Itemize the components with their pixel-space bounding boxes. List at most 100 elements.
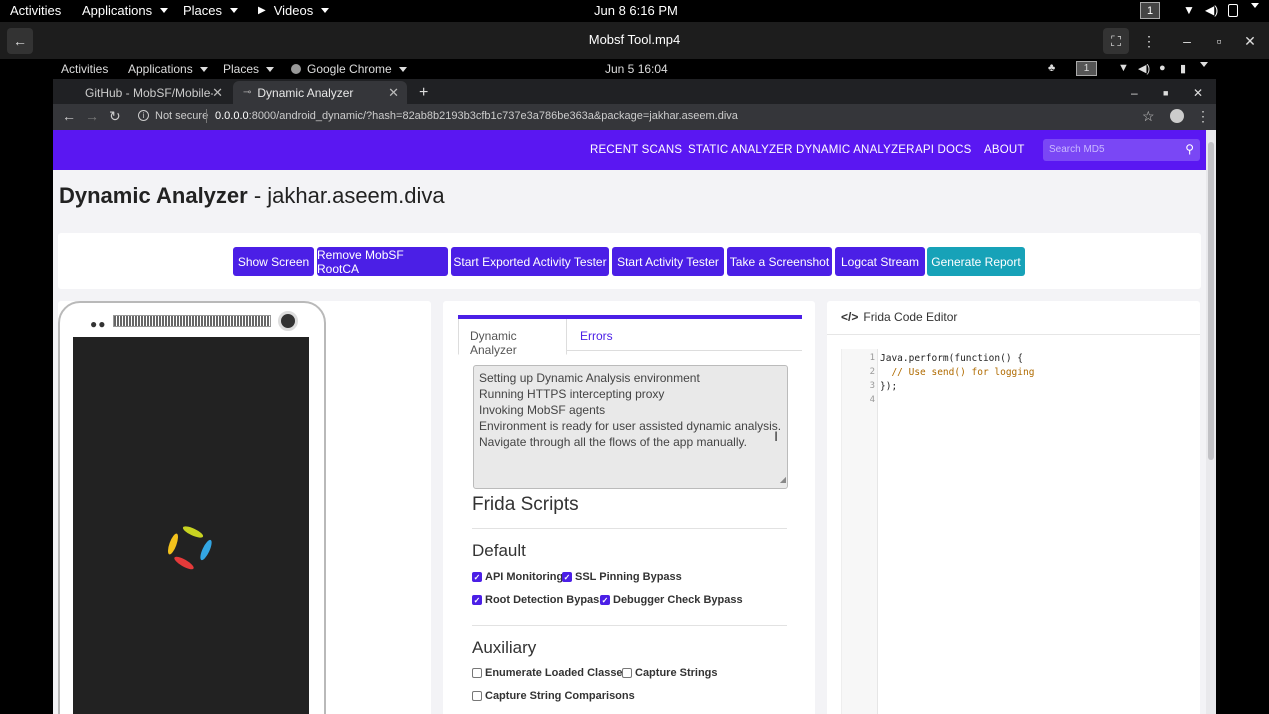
battery-icon: ▮ [1180,63,1187,75]
script-debugger-check-bypass[interactable]: ✓ Debugger Check Bypass [600,594,743,606]
chrome-icon [291,64,301,74]
minimize-icon: – [1131,85,1138,100]
show-screen-button[interactable]: Show Screen [233,247,314,276]
script-capture-strings[interactable]: Capture Strings [622,667,718,679]
chevron-down-icon [1200,62,1208,67]
maximize-icon: ▫ [1216,33,1222,49]
profile-icon[interactable] [1170,109,1184,123]
browser-tab-strip: GitHub - MobSF/Mobile-S ✕ ⊸ Dynamic Anal… [53,79,1216,104]
outer-applications-menu[interactable]: Applications [82,3,169,18]
script-root-detection-bypass[interactable]: ✓ Root Detection Bypass [472,594,605,606]
tab-dynamic-analyzer-log[interactable]: Dynamic Analyzer [458,319,567,357]
line-number: 2 [869,367,875,377]
checkbox-unchecked-icon[interactable] [622,668,632,678]
checkbox-label: Capture Strings [635,667,718,679]
dynamic-analyzer-card: Dynamic Analyzer Errors Setting up Dynam… [443,301,815,714]
divider [472,625,787,626]
forward-arrow-icon[interactable]: → [85,108,99,124]
inner-places-menu[interactable]: Places [223,62,275,76]
checkbox-label: Debugger Check Bypass [613,594,743,606]
scrollbar-thumb[interactable] [1208,142,1214,460]
remove-rootca-button[interactable]: Remove MobSF RootCA [317,247,448,276]
fullscreen-icon: ⛶ [1111,32,1121,49]
close-button[interactable]: ✕ [1237,28,1263,54]
inner-workspace-indicator[interactable]: 1 [1076,61,1097,76]
outer-videos-menu[interactable]: ▶ Videos [258,3,330,18]
search-input[interactable]: Search MD5 ⚲ [1043,139,1200,161]
analyzer-tab-strip: Dynamic Analyzer Errors [458,315,802,357]
address-bar-row: ← → ↻ i Not secure 0.0.0.0:8000/android_… [53,104,1216,130]
win-maximize-button[interactable]: ■ [1163,81,1183,104]
generate-report-button[interactable]: Generate Report [927,247,1025,276]
inner-applications-menu[interactable]: Applications [128,62,208,76]
nav-dynamic-analyzer[interactable]: DYNAMIC ANALYZER [796,144,915,156]
checkbox-checked-icon[interactable]: ✓ [600,595,610,605]
info-icon[interactable]: i [138,110,149,121]
new-tab-button[interactable]: + [409,81,433,104]
inner-system-menu[interactable] [1196,62,1208,67]
win-close-button[interactable]: ✕ [1193,81,1213,104]
outer-activities[interactable]: Activities [10,3,61,18]
nav-static-analyzer[interactable]: STATIC ANALYZER [688,144,793,156]
status-log-textarea[interactable]: Setting up Dynamic Analysis environment … [473,365,788,489]
checkbox-checked-icon[interactable]: ✓ [562,572,572,582]
start-activity-tester-button[interactable]: Start Activity Tester [612,247,724,276]
speaker-grille [113,315,271,327]
player-menu-button[interactable]: ⋮ [1136,28,1162,54]
win-minimize-button[interactable]: – [1131,81,1151,104]
outer-places-menu[interactable]: Places [183,3,239,18]
wifi-icon: ▼ [1118,62,1129,74]
frida-scripts-heading: Frida Scripts [472,494,579,515]
nav-api-docs[interactable]: API DOCS [915,144,972,156]
frida-editor-card: </> Frida Code Editor 1 2 3 4 Java.perfo… [827,301,1200,714]
close-tab-icon[interactable]: ✕ [212,85,223,101]
close-tab-icon[interactable]: ✕ [388,85,399,101]
script-enumerate-loaded-classes[interactable]: Enumerate Loaded Classes [472,667,629,679]
take-screenshot-button[interactable]: Take a Screenshot [727,247,832,276]
checkbox-unchecked-icon[interactable] [472,691,482,701]
tab-dynamic-analyzer[interactable]: ⊸ Dynamic Analyzer ✕ [233,81,407,104]
system-menu[interactable] [1247,3,1259,8]
script-api-monitoring[interactable]: ✓ API Monitoring [472,571,563,583]
code-editor[interactable]: 1 2 3 4 Java.perform(function() { // Use… [841,349,1185,714]
url-field[interactable]: 0.0.0.0:8000/android_dynamic/?hash=82ab8… [215,110,1115,122]
outer-top-bar: Activities Applications Places ▶ Videos J… [0,0,1269,22]
checkbox-label: Enumerate Loaded Classes [485,667,629,679]
logcat-stream-button[interactable]: Logcat Stream [835,247,925,276]
divider [827,334,1200,335]
frida-editor-title: Frida Code Editor [863,310,958,324]
log-line: Invoking MobSF agents [479,403,606,417]
nav-about[interactable]: ABOUT [984,144,1025,156]
chevron-down-icon [398,66,407,72]
tab-label: Dynamic Analyzer [257,85,354,100]
start-exported-activity-tester-button[interactable]: Start Exported Activity Tester [451,247,609,276]
script-ssl-pinning-bypass[interactable]: ✓ SSL Pinning Bypass [562,571,682,583]
nav-recent-scans[interactable]: RECENT SCANS [590,144,682,156]
people-icon: ♣ [1048,62,1056,74]
script-capture-string-comparisons[interactable]: Capture String Comparisons [472,690,635,702]
checkbox-checked-icon[interactable]: ✓ [472,572,482,582]
outer-clock[interactable]: Jun 8 6:16 PM [594,3,678,18]
phone-screen[interactable] [73,337,309,714]
minimize-button[interactable]: – [1174,28,1200,54]
tab-errors[interactable]: Errors [580,329,613,343]
checkbox-checked-icon[interactable]: ✓ [472,595,482,605]
inner-activities[interactable]: Activities [61,62,108,76]
page-scrollbar[interactable] [1206,130,1216,714]
back-arrow-icon[interactable]: ← [62,108,76,124]
inner-app-menu[interactable]: Google Chrome [291,62,407,76]
star-icon[interactable]: ☆ [1142,108,1155,125]
checkbox-unchecked-icon[interactable] [472,668,482,678]
fullscreen-button[interactable]: ⛶ [1103,28,1129,54]
mobsf-navbar: RECENT SCANS STATIC ANALYZER DYNAMIC ANA… [53,130,1206,170]
tab-github[interactable]: GitHub - MobSF/Mobile-S ✕ [75,81,231,104]
search-icon[interactable]: ⚲ [1185,142,1194,156]
maximize-button[interactable]: ▫ [1206,28,1232,54]
inner-clock[interactable]: Jun 5 16:04 [605,62,668,76]
frida-editor-header: </> Frida Code Editor [841,310,957,324]
more-vert-icon[interactable]: ⋮ [1196,108,1210,125]
outer-workspace-indicator[interactable]: 1 [1140,2,1160,19]
url-path: :8000/android_dynamic/?hash=82ab8b2193b3… [248,110,738,122]
resize-handle-icon[interactable]: ◢ [780,472,786,488]
reload-icon[interactable]: ↻ [109,108,121,125]
